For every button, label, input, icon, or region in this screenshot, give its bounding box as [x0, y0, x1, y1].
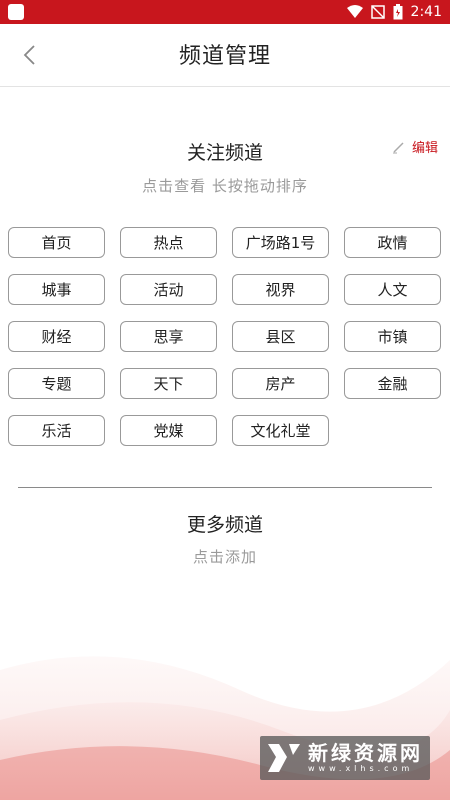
channel-chip[interactable]: 专题 — [8, 368, 105, 399]
followed-channels-title: 关注频道 — [186, 142, 263, 164]
channel-chip[interactable]: 活动 — [120, 274, 217, 305]
status-time: 2:41 — [410, 4, 442, 20]
followed-channels-hint: 点击查看 长按拖动排序 — [142, 177, 308, 195]
channel-chip[interactable]: 市镇 — [344, 321, 441, 352]
channel-chip[interactable]: 城事 — [8, 274, 105, 305]
channel-chip[interactable]: 思享 — [120, 321, 217, 352]
channel-chip[interactable]: 视界 — [232, 274, 329, 305]
section-divider — [18, 487, 432, 488]
watermark: 新绿资源网 www.xlhs.com — [260, 736, 430, 780]
channel-chip[interactable]: 县区 — [232, 321, 329, 352]
status-bar: 2:41 — [0, 0, 450, 24]
battery-icon — [393, 4, 403, 20]
page-title: 频道管理 — [178, 44, 271, 69]
notification-icon — [8, 4, 24, 20]
wifi-icon — [346, 5, 363, 19]
channel-chip[interactable]: 广场路1号 — [232, 227, 329, 258]
channel-chip[interactable]: 人文 — [344, 274, 441, 305]
followed-channel-grid: 首页 热点 广场路1号 政情 城事 活动 视界 人文 财经 思享 县区 市镇 专… — [8, 227, 442, 446]
channel-chip[interactable]: 首页 — [8, 227, 105, 258]
channel-chip[interactable]: 党媒 — [120, 415, 217, 446]
channel-chip[interactable]: 金融 — [344, 368, 441, 399]
channel-chip[interactable]: 乐活 — [8, 415, 105, 446]
channel-chip[interactable]: 政情 — [344, 227, 441, 258]
channel-chip[interactable]: 财经 — [8, 321, 105, 352]
edit-label: 编辑 — [411, 141, 438, 156]
more-channels-hint: 点击添加 — [192, 548, 257, 566]
channel-chip[interactable]: 热点 — [120, 227, 217, 258]
more-channels-title: 更多频道 — [186, 514, 263, 536]
channel-chip[interactable]: 天下 — [120, 368, 217, 399]
pencil-icon — [392, 141, 404, 153]
watermark-text: 新绿资源网 — [308, 741, 423, 765]
no-signal-icon — [370, 5, 385, 19]
watermark-sub: www.xlhs.com — [308, 764, 414, 773]
edit-button[interactable]: 编辑 — [392, 137, 438, 156]
channel-chip[interactable]: 房产 — [232, 368, 329, 399]
header: 频道管理 — [0, 24, 450, 87]
channel-chip[interactable]: 文化礼堂 — [232, 415, 329, 446]
watermark-logo-icon — [268, 744, 300, 772]
